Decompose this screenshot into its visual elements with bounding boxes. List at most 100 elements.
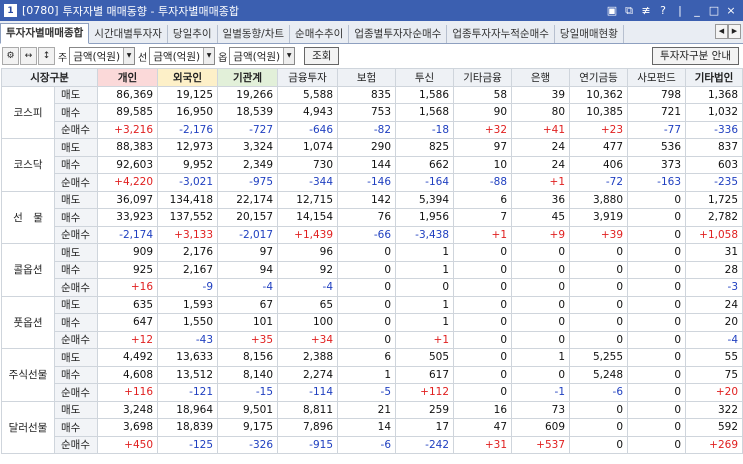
value-cell: +23 [569, 120, 629, 139]
table-row[interactable]: 순매수 +116 -121 -15 -114 -5 +112 0 -1 -6 0 +20 [2, 383, 743, 402]
value-cell: 0 [453, 330, 513, 349]
chevron-down-icon[interactable]: ▼ [123, 48, 135, 64]
table-row[interactable]: 코스피 매도 86,369 19,125 19,266 5,588 835 1,586 58 39… [1, 85, 743, 139]
table-row[interactable]: 매수 925 2,167 94 92 0 1 0 0 0 0 28 [2, 260, 743, 279]
header-bank[interactable]: 은행 [511, 68, 571, 87]
chevron-down-icon[interactable]: ▼ [283, 48, 295, 64]
window-title: 투자자별 매매동향 - 투자자별매매종합 [62, 4, 239, 18]
header-pension[interactable]: 연기금등 [569, 68, 629, 87]
value-cell: 0 [627, 190, 687, 209]
help-icon[interactable]: ? [657, 4, 669, 18]
header-investment-trust[interactable]: 투신 [395, 68, 455, 87]
value-cell: 5,394 [395, 190, 455, 209]
header-institution[interactable]: 기관계 [217, 68, 279, 87]
header-market[interactable]: 시장구분 [0, 68, 99, 87]
row-type-label: 매도 [53, 85, 99, 104]
link-icon[interactable]: ▣ [606, 4, 618, 18]
table-row[interactable]: 풋옵션 매도 635 1,593 67 65 0 1 0 0 0 0 24 [1, 295, 743, 349]
row-type-label: 매수 [53, 365, 99, 384]
tab-scroll-left-icon[interactable]: ◀ [715, 24, 728, 39]
value-cell: 0 [569, 295, 629, 314]
table-row[interactable]: 순매수 -2,174 +3,133 -2,017 +1,439 -66 -3,438 +1 +9… [2, 225, 743, 244]
table-row[interactable]: 매수 647 1,550 101 100 0 1 0 0 0 0 20 [2, 313, 743, 332]
value-cell: 0 [627, 435, 687, 454]
table-row[interactable]: 콜옵션 매도 909 2,176 97 96 0 1 0 0 0 0 31 [1, 243, 743, 297]
header-insurance[interactable]: 보험 [337, 68, 397, 87]
value-cell: +1 [511, 173, 571, 192]
value-cell: -114 [277, 383, 339, 402]
header-financial-investment[interactable]: 금융투자 [277, 68, 339, 87]
query-button[interactable]: 조회 [304, 47, 340, 65]
tab-investor-summary[interactable]: 투자자별매매종합 [0, 23, 90, 44]
value-cell: 65 [277, 295, 339, 314]
table-row[interactable]: 매수 3,698 18,839 9,175 7,896 14 17 47 609 0 0 592 [2, 418, 743, 437]
table-row[interactable]: 매수 89,585 16,950 18,539 4,943 753 1,568 90 80 10,… [2, 103, 743, 122]
header-other-corp[interactable]: 기타법인 [685, 68, 743, 87]
tab-intraday-trend[interactable]: 당일추이 [168, 25, 218, 43]
chevron-down-icon[interactable]: ▼ [203, 48, 215, 64]
close-icon[interactable]: × [725, 4, 737, 18]
value-cell: 0 [511, 260, 571, 279]
header-retail[interactable]: 개인 [97, 68, 159, 87]
tab-bar: 투자자별매매종합 시간대별투자자 당일추이 일별동향/차트 순매수추이 업종별투… [0, 21, 743, 44]
tab-sector-cumulative[interactable]: 업종투자자누적순매수 [447, 25, 555, 43]
value-cell: 0 [511, 330, 571, 349]
investor-guide-button[interactable]: 투자자구분 안내 [652, 47, 739, 65]
stock-unit-select[interactable]: 금액(억원) ▼ [69, 47, 136, 65]
tab-scroll-right-icon[interactable]: ▶ [728, 24, 741, 39]
value-cell: 8,811 [277, 400, 339, 419]
value-cell: 373 [627, 155, 687, 174]
value-cell: 97 [217, 243, 279, 262]
value-cell: 92,603 [97, 155, 159, 174]
row-type-label: 매수 [53, 313, 99, 332]
table-row[interactable]: 순매수 +3,216 -2,176 -727 -646 -82 -18 +32 +41 +23 -7… [2, 120, 743, 139]
table-row[interactable]: 코스닥 매도 88,383 12,973 3,324 1,074 290 825 97 24 477… [1, 138, 743, 192]
row-type-label: 순매수 [53, 278, 99, 297]
table-row[interactable]: 주식선물 매도 4,492 13,633 8,156 2,388 6 505 0 1 5,255 0 5… [1, 348, 743, 402]
table-row[interactable]: 매수 92,603 9,952 2,349 730 144 662 10 24 406 373 603 [2, 155, 743, 174]
value-cell: 3,324 [217, 138, 279, 157]
value-cell: 0 [511, 278, 571, 297]
value-cell: 0 [337, 260, 397, 279]
title-bar: 1 [0780] 투자자별 매매동향 - 투자자별매매종합 ▣ ⧉ ≢ ? | … [0, 0, 743, 21]
table-row[interactable]: 순매수 +16 -9 -4 -4 0 0 0 0 0 0 -3 [2, 278, 743, 297]
value-cell: 96 [277, 243, 339, 262]
value-cell: 58 [453, 85, 513, 104]
table-row[interactable]: 순매수 +450 -125 -326 -915 -6 -242 +31 +537 0 0 +269 [2, 435, 743, 454]
tab-daily-chart[interactable]: 일별동향/차트 [218, 25, 291, 43]
copy-window-icon[interactable]: ⧉ [623, 4, 635, 18]
tab-daily-status[interactable]: 당일매매현황 [555, 25, 624, 43]
header-private-fund[interactable]: 사모펀드 [627, 68, 687, 87]
table-row[interactable]: 매수 4,608 13,512 8,140 2,274 1 617 0 0 5,248 0 75 [2, 365, 743, 384]
pin-icon[interactable]: ≢ [640, 4, 652, 18]
tab-net-buy-trend[interactable]: 순매수추이 [290, 25, 350, 43]
header-foreign[interactable]: 외국인 [157, 68, 219, 87]
value-cell: 603 [685, 155, 743, 174]
options-unit-select[interactable]: 금액(억원) ▼ [229, 47, 296, 65]
table-row[interactable]: 선 물 매도 36,097 134,418 22,174 12,715 142 5,394 6 3… [1, 190, 743, 244]
value-cell: 837 [685, 138, 743, 157]
value-cell: -242 [395, 435, 455, 454]
table-row[interactable]: 달러선물 매도 3,248 18,964 9,501 8,811 21 259 16 73 0 0 32… [1, 400, 743, 454]
value-cell: 1,368 [685, 85, 743, 104]
value-cell: 322 [685, 400, 743, 419]
value-cell: 0 [627, 313, 687, 332]
value-cell: 36 [511, 190, 571, 209]
futures-unit-select[interactable]: 금액(억원) ▼ [149, 47, 216, 65]
header-other-finance[interactable]: 기타금융 [453, 68, 513, 87]
table-row[interactable]: 순매수 +12 -43 +35 +34 0 +1 0 0 0 0 -4 [2, 330, 743, 349]
value-cell: 21 [337, 400, 397, 419]
table-row[interactable]: 순매수 +4,220 -3,021 -975 -344 -146 -164 -88 +1 -72-… [2, 173, 743, 192]
resize-horizontal-icon[interactable]: ↔ [20, 47, 37, 65]
value-cell: -77 [627, 120, 687, 139]
value-cell: +1,058 [685, 225, 743, 244]
maximize-icon[interactable]: □ [708, 4, 720, 18]
table-row[interactable]: 매수 33,923 137,552 20,157 14,154 76 1,956 7 45 3,9… [2, 208, 743, 227]
tab-hourly-investor[interactable]: 시간대별투자자 [89, 25, 168, 43]
value-cell: 0 [511, 295, 571, 314]
tab-sector-net-buy[interactable]: 업종별투자자순매수 [349, 25, 448, 43]
minimize-icon[interactable]: _ [691, 4, 703, 18]
settings-icon[interactable]: ⚙ [2, 47, 19, 65]
resize-vertical-icon[interactable]: ↕ [38, 47, 55, 65]
investor-table: 시장구분 개인 외국인 기관계 금융투자 보험 투신 기타금융 은행 연기금등 … [0, 68, 743, 454]
